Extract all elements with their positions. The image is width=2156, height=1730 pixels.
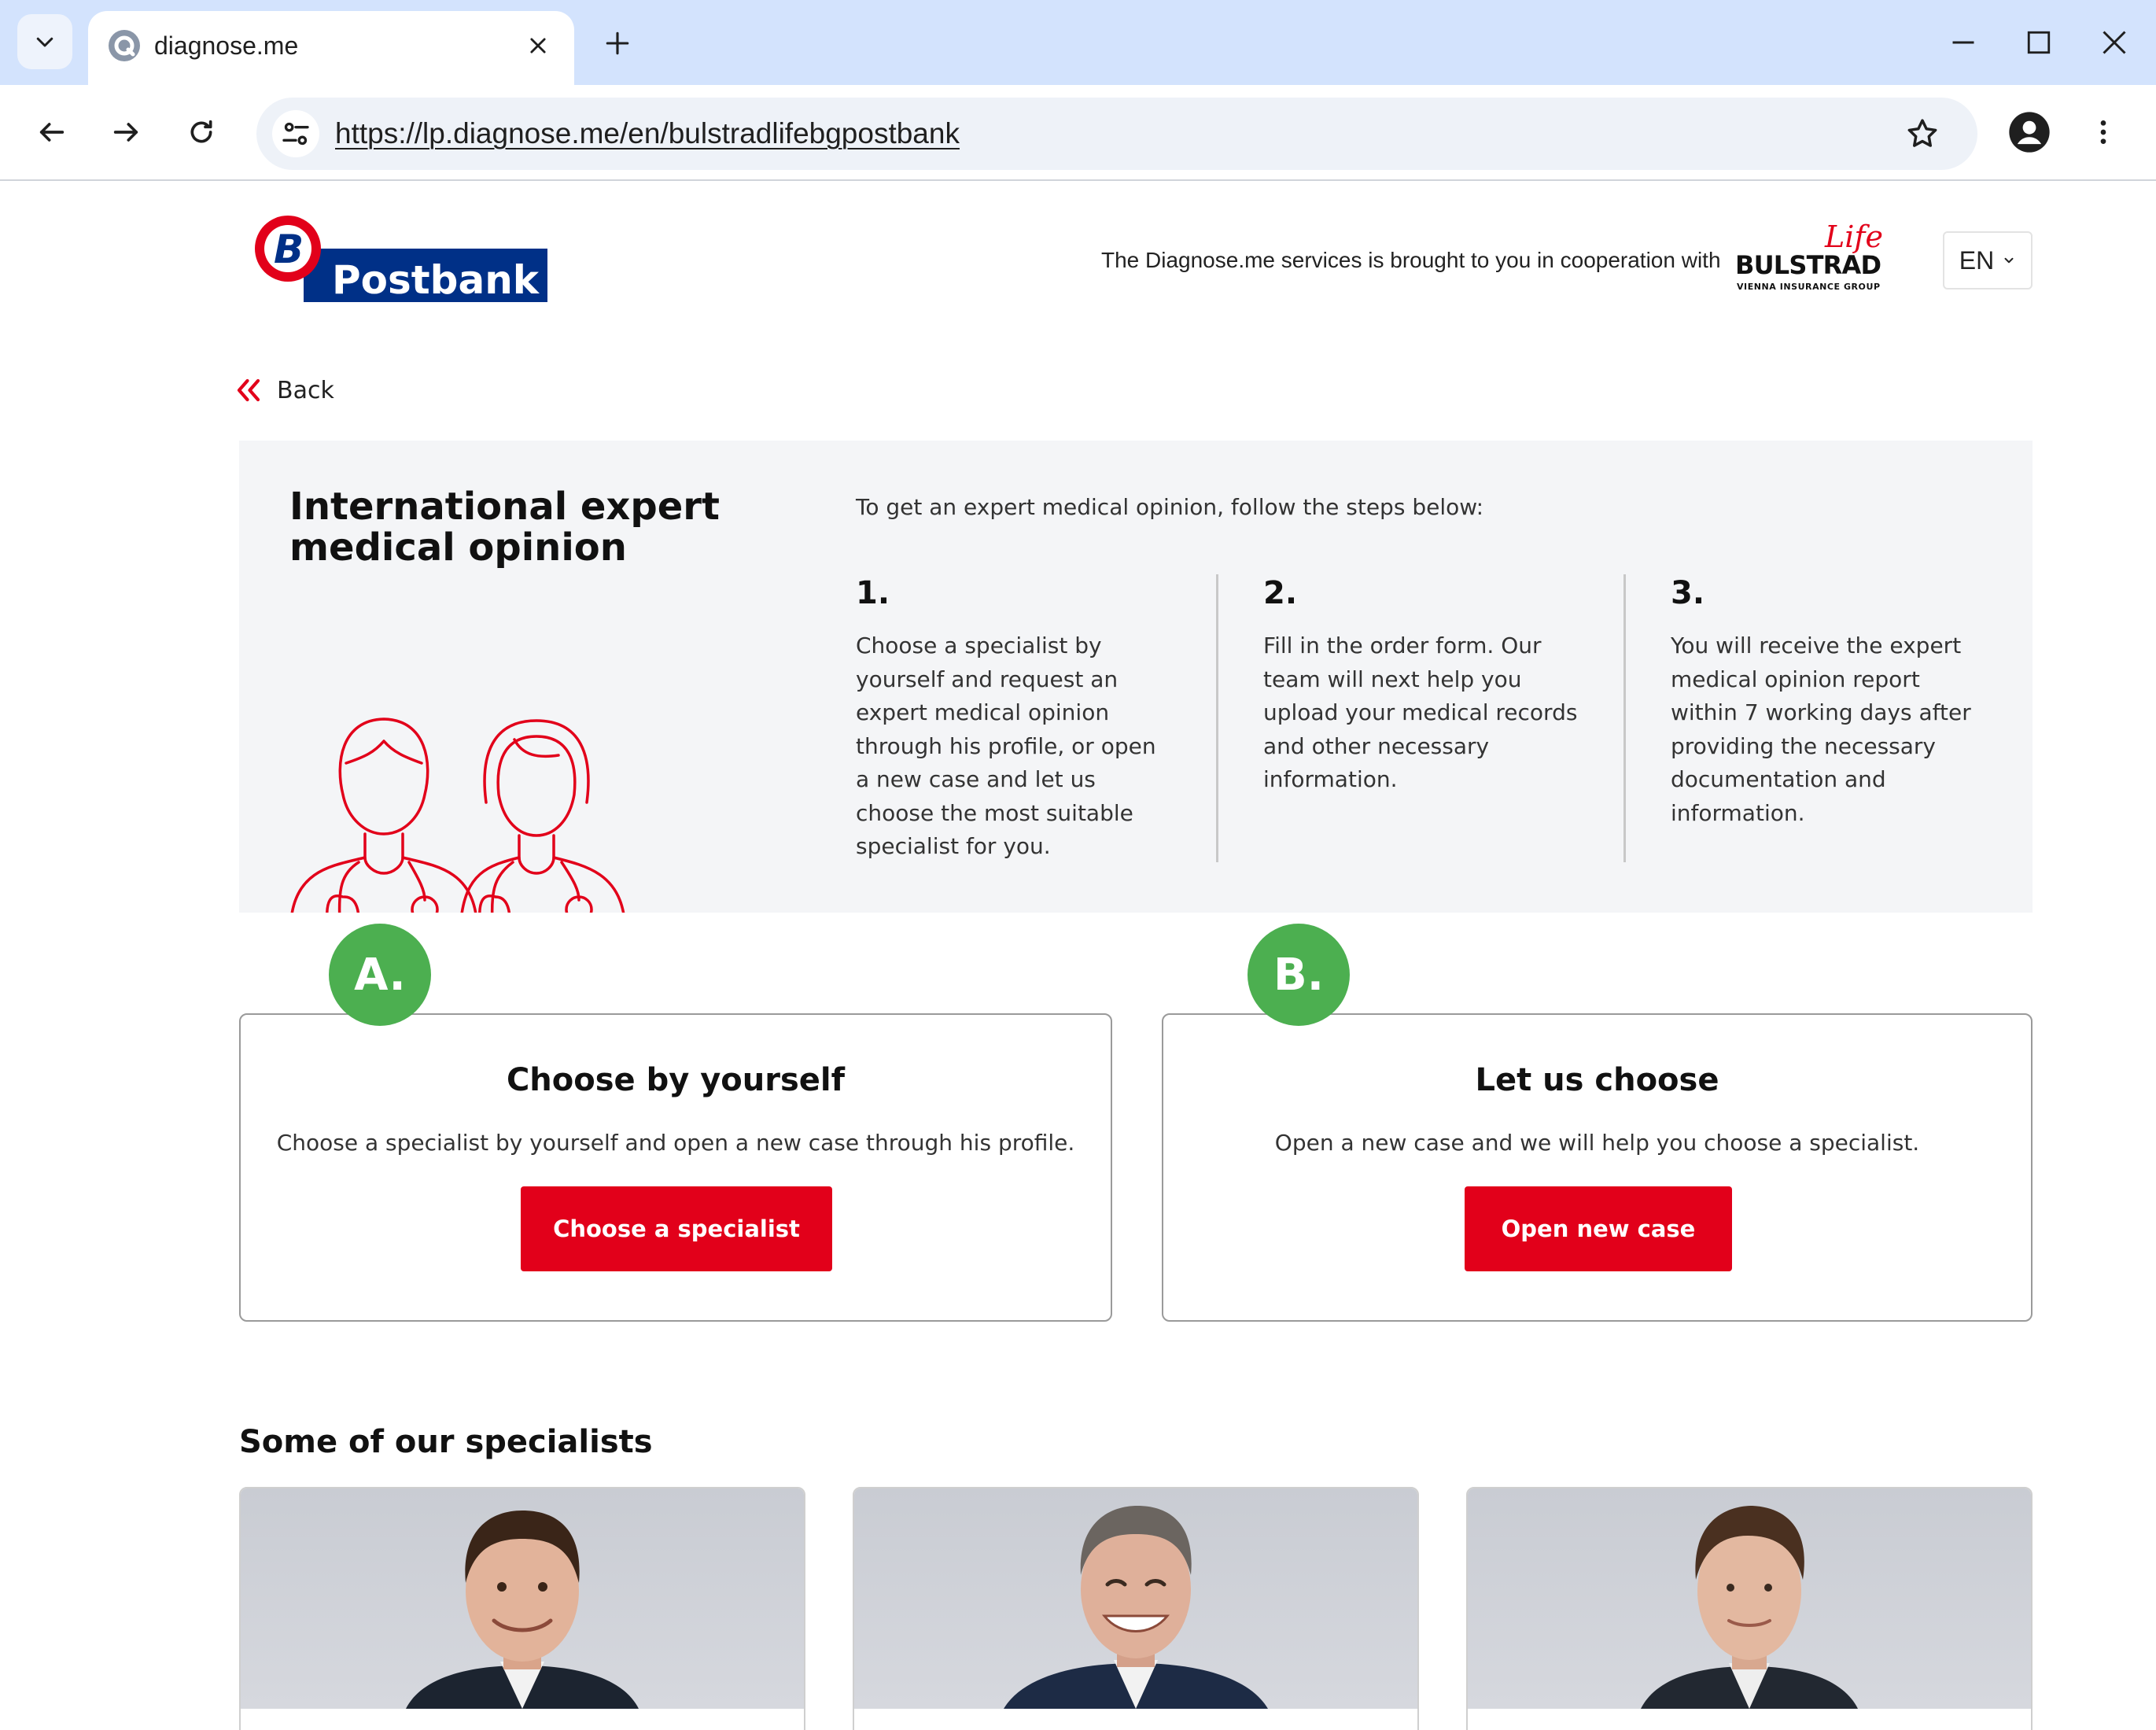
browser-chrome: diagnose.me https://lp.diagnose.me/en/bu… bbox=[0, 0, 2156, 181]
site-info-button[interactable] bbox=[272, 110, 319, 157]
url-text[interactable]: https://lp.diagnose.me/en/bulstradlifebg… bbox=[335, 115, 960, 153]
svg-text:B: B bbox=[274, 227, 304, 272]
back-label: Back bbox=[277, 376, 334, 404]
tab-title: diagnose.me bbox=[154, 31, 299, 60]
option-title: Let us choose bbox=[1475, 1062, 1719, 1098]
step-2: 2. Fill in the order form. Our team will… bbox=[1263, 574, 1578, 797]
step-1: 1. Choose a specialist by yourself and r… bbox=[856, 574, 1170, 864]
minimize-button[interactable] bbox=[1941, 20, 1985, 65]
step-number: 2. bbox=[1263, 575, 1298, 611]
specialists-title: Some of our specialists bbox=[239, 1424, 653, 1460]
specialist-photo bbox=[1468, 1488, 2031, 1709]
minimize-icon bbox=[1952, 41, 1974, 44]
postbank-logo[interactable]: B Postbank bbox=[253, 216, 549, 304]
back-nav-button[interactable] bbox=[27, 107, 77, 157]
double-chevron-left-icon bbox=[237, 378, 260, 402]
tune-icon bbox=[282, 122, 309, 146]
step-number: 3. bbox=[1671, 575, 1705, 611]
profile-button[interactable] bbox=[2004, 107, 2055, 157]
specialist-card[interactable] bbox=[239, 1487, 805, 1730]
close-icon bbox=[2103, 31, 2126, 54]
maximize-icon bbox=[2027, 31, 2051, 54]
hero-section: International expert medical opinion To … bbox=[239, 441, 2033, 913]
plus-icon bbox=[606, 31, 629, 55]
specialist-card[interactable] bbox=[853, 1487, 1419, 1730]
hero-title: International expert medical opinion bbox=[289, 485, 720, 570]
reload-button[interactable] bbox=[176, 107, 227, 157]
specialist-photo bbox=[241, 1488, 804, 1709]
bulstrad-logo-name: BULSTRAD bbox=[1735, 250, 1881, 280]
specialist-card[interactable] bbox=[1466, 1487, 2033, 1730]
option-description: Choose a specialist by yourself and open… bbox=[276, 1130, 1075, 1156]
language-selector[interactable]: EN bbox=[1943, 231, 2033, 290]
option-description: Open a new case and we will help you cho… bbox=[1274, 1130, 1920, 1156]
browser-toolbar: https://lp.diagnose.me/en/bulstradlifebg… bbox=[0, 85, 2156, 181]
step-text: You will receive the expert medical opin… bbox=[1671, 633, 1971, 826]
tab-strip: diagnose.me bbox=[0, 0, 2156, 87]
back-link[interactable]: Back bbox=[234, 373, 334, 408]
close-icon bbox=[530, 38, 546, 53]
step-divider bbox=[1623, 574, 1626, 862]
diagnose-favicon-icon bbox=[109, 30, 140, 61]
choose-specialist-button[interactable]: Choose a specialist bbox=[521, 1186, 832, 1271]
address-bar[interactable]: https://lp.diagnose.me/en/bulstradlifebg… bbox=[256, 98, 1977, 170]
specialist-portrait bbox=[1004, 1506, 1268, 1709]
arrow-right-icon bbox=[113, 123, 138, 142]
option-choose-by-yourself: Choose by yourself Choose a specialist b… bbox=[239, 1013, 1112, 1322]
chevron-down-icon bbox=[2004, 257, 2014, 264]
specialist-portrait bbox=[406, 1511, 639, 1709]
bulstrad-logo-script: Life bbox=[1824, 220, 1883, 254]
close-window-button[interactable] bbox=[2092, 20, 2136, 65]
bulstrad-logo[interactable]: Life BULSTRAD VIENNA INSURANCE GROUP bbox=[1730, 220, 1888, 296]
cooperation-text: The Diagnose.me services is brought to y… bbox=[1101, 248, 1721, 272]
option-let-us-choose: Let us choose Open a new case and we wil… bbox=[1162, 1013, 2033, 1322]
star-icon bbox=[1907, 119, 1937, 147]
bookmark-button[interactable] bbox=[1900, 112, 1944, 156]
arrow-left-icon bbox=[39, 123, 64, 142]
option-title: Choose by yourself bbox=[506, 1062, 846, 1098]
postbank-logo-text: Postbank bbox=[332, 257, 540, 303]
language-label: EN bbox=[1959, 245, 1995, 275]
tab-diagnose-me[interactable]: diagnose.me bbox=[88, 11, 574, 87]
step-divider bbox=[1216, 574, 1218, 862]
specialist-portrait bbox=[1641, 1506, 1858, 1709]
maximize-button[interactable] bbox=[2017, 20, 2061, 65]
tab-search-button[interactable] bbox=[17, 14, 72, 69]
reload-icon bbox=[190, 120, 212, 143]
forward-nav-button[interactable] bbox=[101, 107, 151, 157]
specialist-photo bbox=[854, 1488, 1417, 1709]
menu-button[interactable] bbox=[2078, 107, 2128, 157]
step-text: Choose a specialist by yourself and requ… bbox=[856, 633, 1156, 859]
chevron-down-icon bbox=[36, 37, 53, 47]
open-new-case-button[interactable]: Open new case bbox=[1465, 1186, 1732, 1271]
more-vertical-icon bbox=[2100, 120, 2106, 144]
bulstrad-logo-tagline: VIENNA INSURANCE GROUP bbox=[1737, 282, 1880, 292]
doctors-icon bbox=[290, 717, 625, 913]
step-text: Fill in the order form. Our team will ne… bbox=[1263, 633, 1578, 792]
tab-close-button[interactable] bbox=[522, 30, 554, 61]
new-tab-button[interactable] bbox=[598, 24, 637, 63]
page-content: B Postbank The Diagnose.me services is b… bbox=[0, 181, 2156, 1730]
account-icon bbox=[2009, 112, 2050, 153]
badge-b: B. bbox=[1248, 924, 1350, 1026]
hero-intro: To get an expert medical opinion, follow… bbox=[856, 494, 1484, 520]
badge-a: A. bbox=[329, 924, 431, 1026]
step-3: 3. You will receive the expert medical o… bbox=[1671, 574, 1985, 830]
step-number: 1. bbox=[856, 575, 890, 611]
